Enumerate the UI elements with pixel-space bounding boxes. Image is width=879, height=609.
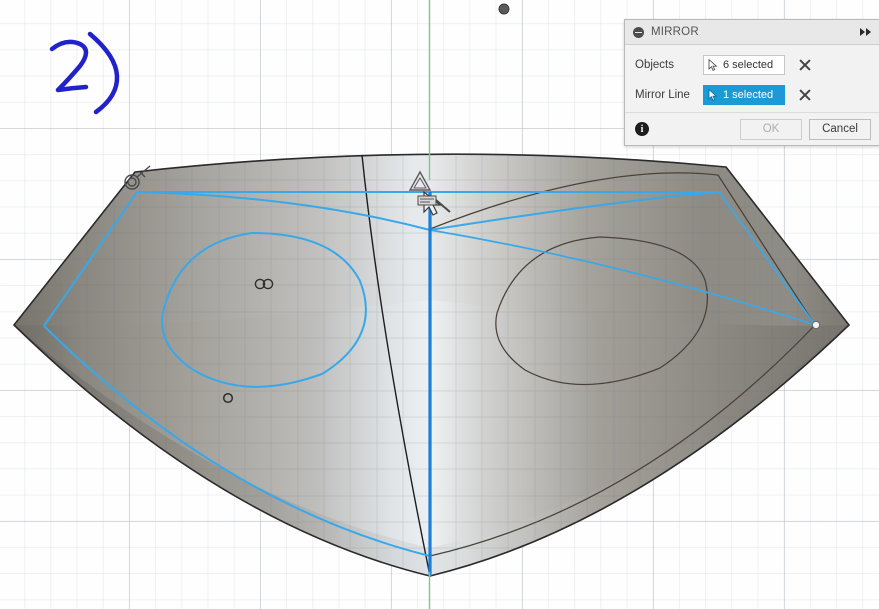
cancel-button[interactable]: Cancel (809, 118, 871, 140)
fast-forward-icon[interactable] (858, 26, 873, 38)
ink-annotation-2 (49, 31, 120, 115)
mirror-line-selection-value: 1 selected (723, 89, 774, 101)
objects-label: Objects (635, 59, 674, 71)
info-icon[interactable]: i (635, 122, 649, 136)
dialog-title: MIRROR (651, 26, 699, 38)
objects-selection-value: 6 selected (723, 59, 774, 71)
select-cursor-icon (708, 59, 718, 71)
minus-circle-icon[interactable] (633, 26, 644, 38)
objects-row: Objects 6 selected (625, 50, 879, 80)
mirror-line-clear-x-icon[interactable] (797, 87, 813, 103)
objects-clear-x-icon[interactable] (797, 57, 813, 73)
objects-selection-button[interactable]: 6 selected (703, 55, 785, 75)
mirror-line-row: Mirror Line 1 selected (625, 80, 879, 110)
ok-button[interactable]: OK (740, 118, 802, 140)
dialog-title-bar[interactable]: MIRROR (625, 20, 879, 45)
dialog-body: Objects 6 selected Mirror Line 1 selecte… (625, 45, 879, 112)
fusion-viewport-window: MIRROR Objects 6 selected Mirror Line 1 … (0, 0, 879, 609)
mirror-line-selection-button[interactable]: 1 selected (703, 85, 785, 105)
mirror-line-label: Mirror Line (635, 89, 690, 101)
mirror-dialog[interactable]: MIRROR Objects 6 selected Mirror Line 1 … (624, 19, 879, 146)
select-cursor-icon (708, 89, 718, 101)
dialog-footer: i OK Cancel (625, 112, 879, 145)
